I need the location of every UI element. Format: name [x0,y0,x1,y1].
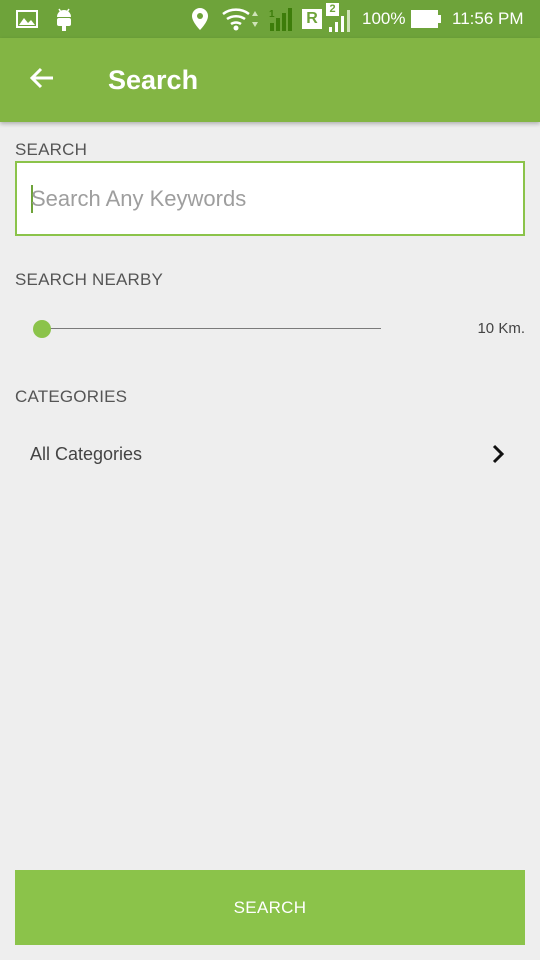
search-button[interactable]: SEARCH [15,870,525,945]
wifi-icon [221,0,261,38]
app-bar: Search [0,38,540,122]
battery-percent: 100% [362,9,406,28]
categories-section-label: CATEGORIES [15,387,128,406]
location-icon [191,0,209,38]
battery-icon [410,0,442,38]
roaming-label: R [302,9,322,29]
category-selector[interactable]: All Categories [0,428,540,480]
page-title: Search [108,65,199,95]
slider-track [42,328,381,329]
search-input[interactable] [29,163,509,234]
distance-slider[interactable] [30,314,385,344]
signal-icon: 1 [268,0,298,38]
status-bar: 1 R 2 100% 11:56 PM [0,0,540,38]
distance-value: 10 Km. [477,320,525,337]
image-icon [16,0,38,38]
nearby-section-label: SEARCH NEARBY [15,270,164,289]
sim2-signal-icon: 2 [326,0,354,38]
back-button[interactable] [18,56,66,104]
svg-text:1: 1 [269,9,275,20]
status-time: 11:56 PM [452,9,524,28]
android-icon [54,0,74,38]
chevron-right-icon [486,442,510,466]
roaming-icon: R [302,0,322,38]
search-field[interactable] [15,161,525,236]
search-section-label: SEARCH [15,140,88,159]
arrow-back-icon [29,67,55,94]
slider-thumb[interactable] [33,320,51,338]
selected-category: All Categories [30,444,143,464]
